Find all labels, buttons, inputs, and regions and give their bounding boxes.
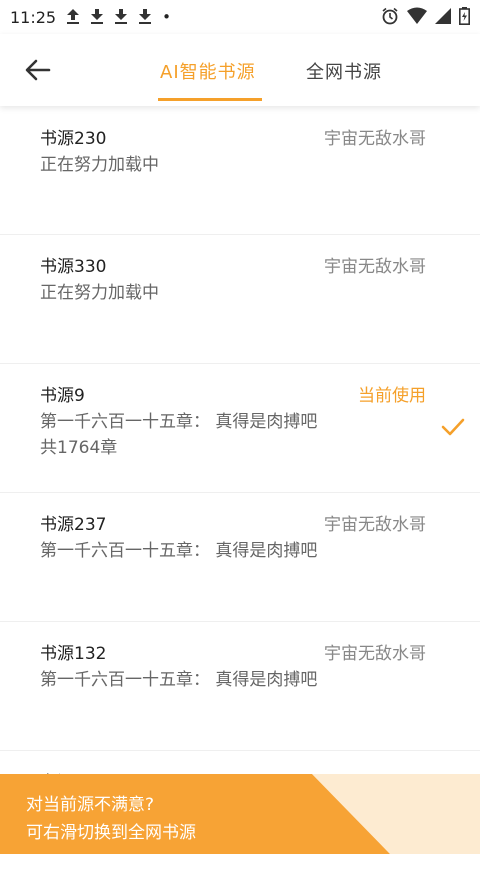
wifi-icon — [407, 7, 427, 29]
source-author: 宇宙无敌水哥 — [324, 129, 426, 149]
app-toolbar: AI智能书源 全网书源 — [0, 34, 480, 106]
source-item[interactable]: 书源237 宇宙无敌水哥 第一千六百一十五章： 真得是肉搏吧 — [0, 493, 480, 622]
source-chapter: 正在努力加载中 — [40, 155, 159, 175]
source-chapter-count: 共1764章 — [40, 438, 118, 458]
download-icon — [114, 8, 128, 27]
status-time: 11:25 — [10, 7, 57, 27]
source-author: 宇宙无敌水哥 — [324, 644, 426, 664]
download-icon — [90, 8, 104, 27]
source-author: 宇宙无敌水哥 — [324, 257, 426, 277]
banner-line-1: 对当前源不满意? — [26, 795, 155, 815]
status-bar: 11:25 • — [0, 0, 480, 34]
source-chapter: 第一千六百一十五章： 真得是肉搏吧 — [40, 541, 318, 561]
banner-line-2: 可右滑切换到全网书源 — [26, 823, 196, 843]
battery-icon — [459, 7, 470, 29]
source-item-current[interactable]: 书源9 当前使用 第一千六百一十五章： 真得是肉搏吧 共1764章 — [0, 364, 480, 493]
notification-dot-icon: • — [162, 7, 171, 26]
back-arrow-icon[interactable] — [22, 54, 54, 86]
checkmark-icon — [440, 414, 466, 440]
upload-icon — [66, 8, 80, 27]
current-use-label: 当前使用 — [358, 386, 426, 406]
source-name: 书源330 — [40, 257, 107, 277]
source-name: 书源230 — [40, 129, 107, 149]
source-item[interactable]: 书源330 宇宙无敌水哥 正在努力加载中 — [0, 235, 480, 364]
source-chapter: 正在努力加载中 — [40, 283, 159, 303]
source-name: 书源9 — [40, 386, 85, 406]
download-icon — [138, 8, 152, 27]
source-name: 书源237 — [40, 515, 107, 535]
signal-icon — [435, 7, 451, 29]
tab-ai-sources[interactable]: AI智能书源 — [160, 58, 256, 84]
switch-hint-banner[interactable]: 对当前源不满意? 可右滑切换到全网书源 — [0, 774, 480, 854]
source-chapter: 第一千六百一十五章： 真得是肉搏吧 — [40, 412, 318, 432]
source-chapter: 第一千六百一十五章： 真得是肉搏吧 — [40, 670, 318, 690]
tab-all-sources[interactable]: 全网书源 — [306, 58, 382, 84]
source-item[interactable]: 书源230 宇宙无敌水哥 正在努力加载中 — [0, 106, 480, 235]
source-name: 书源132 — [40, 644, 107, 664]
alarm-icon — [381, 7, 399, 29]
source-item[interactable]: 书源132 宇宙无敌水哥 第一千六百一十五章： 真得是肉搏吧 — [0, 622, 480, 751]
source-author: 宇宙无敌水哥 — [324, 515, 426, 535]
active-tab-indicator — [158, 98, 262, 101]
